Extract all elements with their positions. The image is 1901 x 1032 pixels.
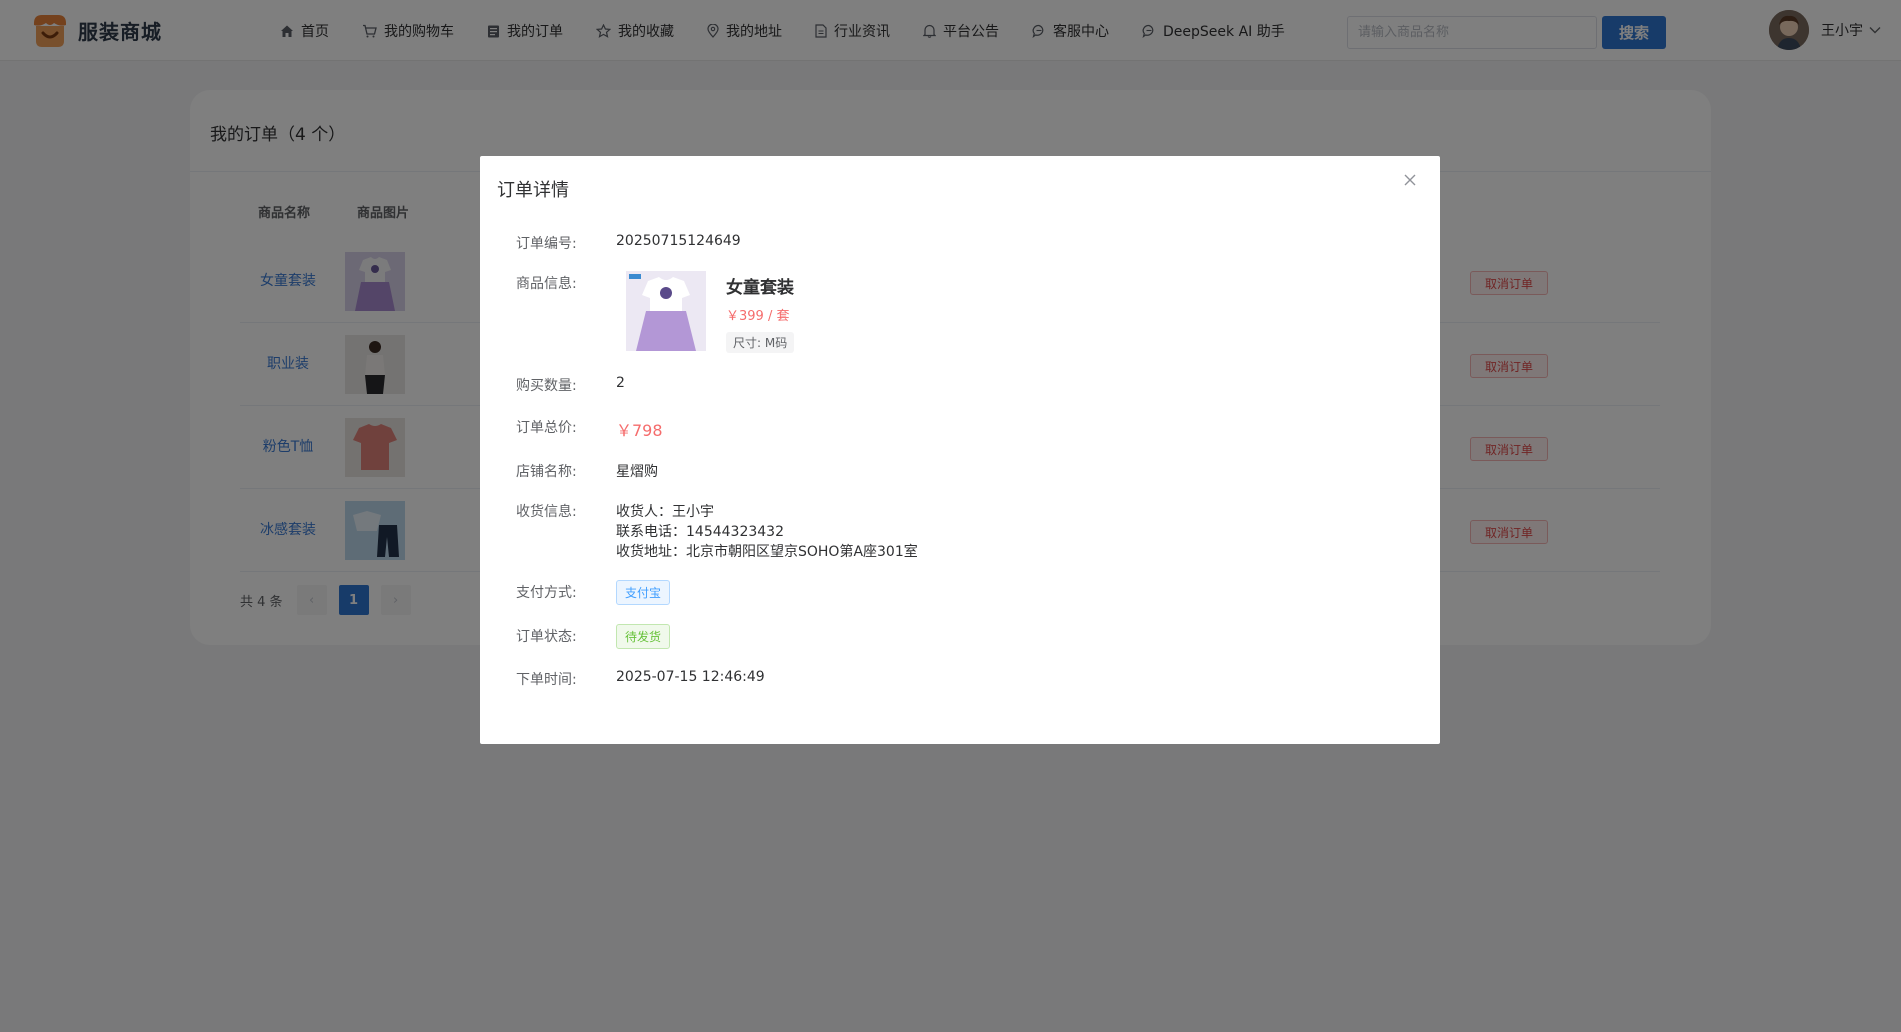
product-info-label: 商品信息: [516, 276, 577, 292]
quantity-label: 购买数量: [516, 378, 577, 394]
total-price-label: 订单总价: [516, 420, 577, 436]
order-status-label: 订单状态: [516, 629, 577, 645]
order-time-label: 下单时间: [516, 672, 577, 688]
dialog-title: 订单详情 [497, 180, 569, 201]
payment-method-tag: 支付宝 [616, 580, 671, 605]
order-detail-dialog: 订单详情 订单编号: 20250715124649 商品信息: 女童套装 ￥39… [480, 156, 1440, 744]
receiver-name: 收货人：王小宇 [616, 504, 714, 520]
order-status-badge: 待发货 [616, 624, 671, 649]
product-name: 女童套装 [726, 278, 794, 298]
close-icon[interactable] [1402, 172, 1418, 188]
receiver-phone: 联系电话：14544323432 [616, 524, 784, 540]
order-number-value: 20250715124649 [616, 233, 741, 249]
product-size-tag: 尺寸: M码 [726, 332, 795, 353]
order-time-value: 2025-07-15 12:46:49 [616, 669, 765, 685]
receiver-info-label: 收货信息: [516, 504, 577, 520]
total-price-value: ￥798 [616, 421, 663, 440]
product-image [626, 271, 706, 351]
receiver-address: 收货地址：北京市朝阳区望京SOHO第A座301室 [616, 544, 918, 560]
shop-name-label: 店铺名称: [516, 464, 577, 480]
quantity-value: 2 [616, 375, 625, 391]
payment-method-label: 支付方式: [516, 585, 577, 601]
product-price: ￥399 / 套 [726, 309, 790, 324]
order-number-label: 订单编号: [516, 236, 577, 252]
shop-name-value: 星熠购 [616, 464, 658, 480]
